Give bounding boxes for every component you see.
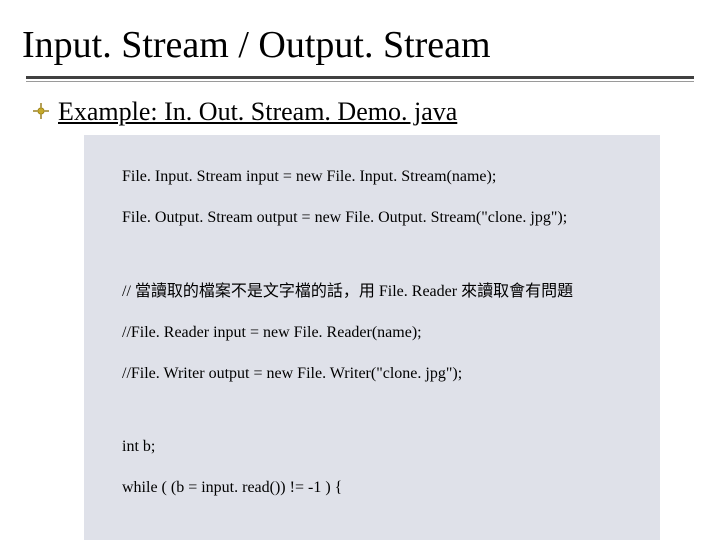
slide: Input. Stream / Output. Stream Example: … [0,0,720,540]
code-line: //File. Reader input = new File. Reader(… [122,324,422,341]
code-line: // 當讀取的檔案不是文字檔的話，用 File. Reader 來讀取會有問題 [122,283,573,300]
code-block: File. Input. Stream input = new File. In… [84,135,660,540]
code-line: int b; [122,438,155,455]
code-line: //File. Writer output = new File. Writer… [122,365,462,382]
code-line: while ( (b = input. read()) != -1 ) { [122,479,342,496]
subtitle-row: Example: In. Out. Stream. Demo. java [32,96,698,127]
code-line: File. Input. Stream input = new File. In… [122,168,496,185]
code-para-1: File. Input. Stream input = new File. In… [98,147,646,249]
code-line: File. Output. Stream output = new File. … [122,209,567,226]
code-para-2: // 當讀取的檔案不是文字檔的話，用 File. Reader 來讀取會有問題 … [98,261,646,404]
crosshair-bullet-icon [32,102,50,120]
title-divider [26,76,694,82]
slide-title: Input. Stream / Output. Stream [22,24,698,68]
example-subtitle: Example: In. Out. Stream. Demo. java [58,96,457,127]
code-para-3: int b; while ( (b = input. read()) != -1… [98,417,646,540]
